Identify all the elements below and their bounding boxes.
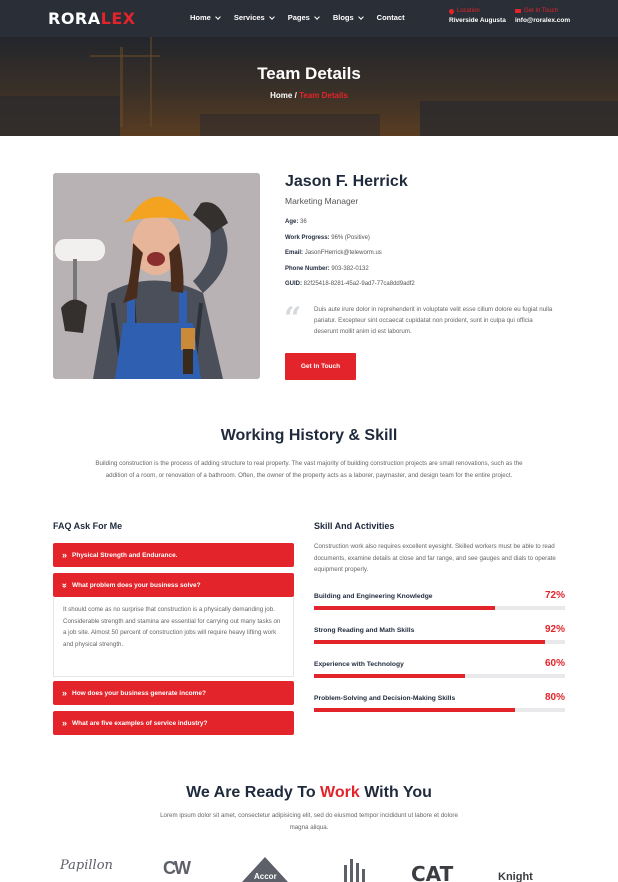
brand-logo-cat: CAT bbox=[411, 862, 454, 882]
faq-item-2[interactable]: » What problem does your business solve? bbox=[53, 573, 294, 597]
nav-contact[interactable]: Contact bbox=[377, 13, 405, 22]
faq-heading: FAQ Ask For Me bbox=[53, 521, 123, 531]
chevron-down-icon bbox=[313, 13, 320, 20]
banner-building bbox=[200, 114, 380, 136]
brand-logo-knight: Knight bbox=[498, 871, 533, 882]
skill-progress-track bbox=[314, 708, 565, 712]
page-title: Team Details bbox=[257, 64, 361, 83]
skill-progress-track bbox=[314, 640, 565, 644]
breadcrumb-home[interactable]: Home bbox=[270, 91, 292, 100]
skill-percent: 60% bbox=[544, 658, 565, 669]
banner-crane bbox=[120, 47, 123, 127]
skill-progress-track bbox=[314, 674, 565, 678]
banner-building bbox=[420, 101, 618, 136]
main-nav: Home Services Pages Blogs Contact bbox=[190, 13, 405, 22]
member-name: Jason F. Herrick bbox=[285, 173, 408, 190]
skill-progress-track bbox=[314, 606, 565, 610]
faq-item-1[interactable]: » Physical Strength and Endurance. bbox=[53, 543, 294, 567]
faq-item-4[interactable]: » What are five examples of service indu… bbox=[53, 711, 294, 735]
banner-building bbox=[0, 96, 120, 136]
skill-percent: 72% bbox=[544, 590, 565, 601]
double-chevron-down-icon: » bbox=[60, 582, 71, 588]
skills-heading: Skill And Activities bbox=[314, 521, 395, 531]
nav-home[interactable]: Home bbox=[190, 13, 221, 22]
skill-percent: 92% bbox=[544, 624, 565, 635]
chevron-down-icon bbox=[357, 13, 364, 20]
header-location: Location Riverside Augusta bbox=[447, 7, 506, 24]
skills-intro: Construction work also requires excellen… bbox=[314, 543, 556, 574]
skill-progress-fill bbox=[314, 674, 465, 678]
member-email-link[interactable]: JasonFHerrick@teleworm.us bbox=[305, 250, 382, 256]
nav-services[interactable]: Services bbox=[234, 13, 275, 22]
member-quote: Duis aute irure dolor in reprehenderit i… bbox=[314, 306, 553, 335]
top-header: RORALEX Home Services Pages Blogs Contac… bbox=[0, 0, 618, 37]
fact-phone: Phone Number: 903-382-0132 bbox=[285, 265, 369, 272]
team-member-photo bbox=[53, 173, 260, 379]
brand-logo-accor: Accor bbox=[238, 855, 292, 882]
fact-guid: GUID: 82f25418-8281-45a2-9ad7-77ca8dd9ad… bbox=[285, 281, 415, 287]
faq-answer: It should come as no surprise that const… bbox=[53, 597, 294, 677]
chevron-down-icon bbox=[215, 13, 221, 20]
faq-item-3[interactable]: » How does your business generate income… bbox=[53, 681, 294, 705]
get-in-touch-button[interactable]: Get In Touch bbox=[285, 353, 356, 380]
skill-progress-fill bbox=[314, 708, 515, 712]
mail-icon bbox=[515, 9, 521, 13]
ready-title: We Are Ready To Work With You bbox=[186, 784, 432, 801]
skill-item: Problem-Solving and Decision-Making Skil… bbox=[314, 692, 565, 712]
fact-age: Age: 36 bbox=[285, 219, 307, 225]
breadcrumb: Home / Team Details bbox=[270, 91, 348, 100]
skill-progress-fill bbox=[314, 640, 545, 644]
site-logo[interactable]: RORALEX bbox=[48, 9, 136, 28]
member-facts: Age: 36 Work Progress: 96% (Positive) Em… bbox=[285, 219, 415, 297]
skill-progress-fill bbox=[314, 606, 495, 610]
quote-icon: “ bbox=[284, 301, 302, 336]
member-role: Marketing Manager bbox=[285, 196, 359, 206]
location-pin-icon bbox=[447, 7, 456, 15]
fact-work-progress: Work Progress: 96% (Positive) bbox=[285, 234, 370, 241]
header-email-link[interactable]: info@roralex.com bbox=[515, 17, 570, 24]
history-title: Working History & Skill bbox=[220, 427, 398, 444]
breadcrumb-current: Team Details bbox=[299, 91, 348, 100]
history-text: Building construction is the process of … bbox=[95, 460, 523, 479]
double-chevron-right-icon: » bbox=[62, 549, 68, 560]
chevron-down-icon bbox=[268, 13, 275, 20]
double-chevron-right-icon: » bbox=[62, 687, 68, 698]
brand-logo-cw: CW bbox=[163, 858, 191, 878]
header-contact: Get In Touch info@roralex.com bbox=[515, 8, 571, 24]
fact-email: Email: JasonFHerrick@teleworm.us bbox=[285, 250, 382, 256]
ready-text: Lorem ipsum dolor sit amet, consectetur … bbox=[160, 812, 458, 831]
skill-item: Building and Engineering Knowledge 72% bbox=[314, 590, 565, 610]
nav-blogs[interactable]: Blogs bbox=[333, 13, 364, 22]
brand-logo-tower bbox=[338, 857, 368, 882]
skill-item: Strong Reading and Math Skills 92% bbox=[314, 624, 565, 644]
nav-pages[interactable]: Pages bbox=[288, 13, 320, 22]
brand-logo-papillon: Papillon bbox=[60, 858, 113, 873]
page-banner: Team Details Home / Team Details bbox=[0, 37, 618, 136]
skill-item: Experience with Technology 60% bbox=[314, 658, 565, 678]
double-chevron-right-icon: » bbox=[62, 717, 68, 728]
skill-percent: 80% bbox=[544, 692, 565, 703]
